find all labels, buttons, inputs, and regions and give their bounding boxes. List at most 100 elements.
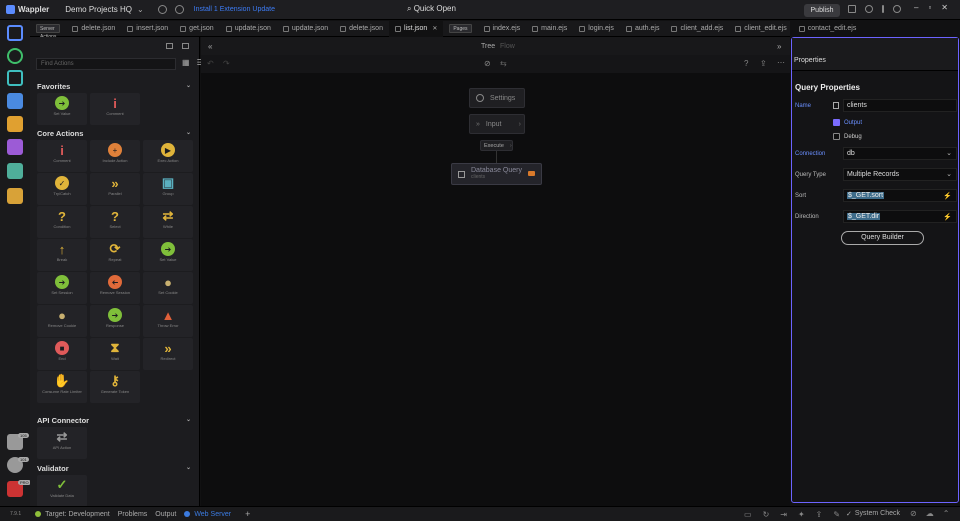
action-item-generate-token[interactable]: ⚷ Generate Token [90,371,140,403]
layout-icon[interactable] [848,5,856,13]
tab-delete-json[interactable]: delete.json [334,21,389,37]
action-item-response[interactable]: ➔ Response [90,305,140,337]
fire-icon[interactable] [865,5,873,13]
tab-list-json[interactable]: list.json ✕ [388,20,444,37]
tab-client-add-ejs[interactable]: client_add.ejs [665,21,729,37]
tab-auth-ejs[interactable]: auth.ejs [620,21,666,37]
chevron-icon[interactable]: › [519,121,521,128]
puzzle-icon[interactable]: ✦ [798,510,805,519]
tab-index-ejs[interactable]: index.ejs [478,21,527,37]
action-item-validate-data[interactable]: ✓ Validate Data [37,475,87,507]
debug-check-icon[interactable] [833,133,840,140]
action-item-throw-error[interactable]: ▲ Throw Error [143,305,193,337]
web-server-tab[interactable]: Web Server [184,511,231,518]
action-item-api-action[interactable]: ⇄ API Action [37,427,87,459]
layout-icon[interactable]: ▭ [744,510,752,519]
action-item-end[interactable]: ■ End [37,338,87,370]
tab-insert-json[interactable]: insert.json [121,21,174,37]
redo-icon[interactable]: ↷ [223,59,230,68]
execute-node[interactable]: Execute › [480,140,513,151]
collapse-right-icon[interactable]: » [777,42,781,51]
refresh-icon[interactable]: ↻ [763,510,770,519]
direction-field[interactable]: $_GET.dir ⚡ [843,210,957,223]
output-check-icon[interactable] [833,119,840,126]
tab-main-ejs[interactable]: main.ejs [526,21,573,37]
chevron-up-icon[interactable]: ⌃ [943,509,950,518]
routing-icon[interactable] [7,116,23,132]
validator-section-title[interactable]: Validator ⌄ [37,464,195,473]
output-checkbox[interactable]: Output [833,119,862,126]
help-icon[interactable] [893,5,901,13]
core-actions-section-title[interactable]: Core Actions ⌄ [37,129,195,138]
action-item-comment[interactable]: i Comment [37,140,87,172]
database-icon[interactable] [7,93,23,109]
action-item-consume-rate-limiter[interactable]: ✋ Consume Rate Limiter [37,371,87,403]
tab-client-edit-ejs[interactable]: client_edit.ejs [729,21,792,37]
brush-icon[interactable]: ✎ [833,510,840,519]
flow-tab[interactable]: Flow [500,43,515,50]
action-item-exec-action[interactable]: ▶ Exec Action [143,140,193,172]
action-item-redirect[interactable]: » Redirect [143,338,193,370]
system-check-button[interactable]: ✓ System Check [846,510,900,518]
tree-tab[interactable]: Tree [481,43,495,50]
output-tab[interactable]: Output [155,511,176,518]
chevron-down-icon[interactable]: ⌄ [186,129,191,136]
cloud-icon[interactable]: ☁ [926,509,934,518]
quick-open-button[interactable]: ⌕ Quick Open [407,4,456,14]
help-icon[interactable]: ? [744,59,748,68]
action-item-wait[interactable]: ⧗ Wait [90,338,140,370]
dynamic-data-icon[interactable]: ⚡ [943,212,952,223]
input-node[interactable]: » Input › [469,114,525,134]
import-icon[interactable]: ⇥ [780,510,787,519]
action-item-remove-session[interactable]: ➔ Remove Session [90,272,140,304]
git-icon[interactable] [7,70,23,86]
share-icon[interactable]: ⇪ [816,510,823,519]
project-selector[interactable]: Demo Projects HQ [65,5,132,14]
more-icon[interactable] [882,5,884,13]
close-window-icon[interactable]: ✕ [941,3,948,12]
problems-tab[interactable]: Problems [118,511,148,518]
target-selector[interactable]: Target: Development [35,511,110,518]
more-icon[interactable]: ⋯ [777,58,785,67]
debug-checkbox[interactable]: Debug [833,133,862,140]
chevron-down-icon[interactable]: ⌄ [137,5,144,14]
disable-icon[interactable]: ⊘ [910,509,917,518]
gear-icon[interactable] [157,5,167,14]
action-item-parallel[interactable]: » Parallel [90,173,140,205]
minimize-icon[interactable]: – [914,3,918,12]
query-type-select[interactable]: Multiple Records ⌄ [843,168,957,181]
tab-update-json[interactable]: update.json [277,21,334,37]
files-icon[interactable] [7,25,23,41]
action-item-set-session[interactable]: ➔ Set Session [37,272,87,304]
query-builder-button[interactable]: Query Builder [841,231,924,245]
publish-button[interactable]: Publish [804,4,840,17]
robot-icon[interactable] [182,43,189,49]
connection-select[interactable]: db ⌄ [843,147,957,160]
action-item-repeat[interactable]: ⟳ Repeat [90,239,140,271]
name-field[interactable]: clients [843,99,957,112]
resources-icon[interactable] [7,139,23,155]
tab-update-json[interactable]: update.json [220,21,277,37]
chevron-down-icon[interactable]: ⌄ [186,82,191,89]
tab-get-json[interactable]: get.json [174,21,220,37]
action-item-condition[interactable]: ? Condition [37,206,87,238]
settings-node[interactable]: Settings [469,88,525,108]
tab-login-ejs[interactable]: login.ejs [573,21,620,37]
share-icon[interactable]: ⇪ [760,59,767,68]
action-item-include-action[interactable]: + Include Action [90,140,140,172]
action-item-set-value[interactable]: ➔ Set Value [37,93,87,125]
disable-icon[interactable]: ⊘ [484,59,491,68]
action-item-set-cookie[interactable]: ● Set Cookie [143,272,193,304]
action-item-try-catch[interactable]: ✓ Try/Catch [37,173,87,205]
layers-icon[interactable] [7,163,23,179]
workflow-icon[interactable] [7,48,23,64]
chevron-down-icon[interactable]: ⌄ [186,464,191,471]
action-item-group[interactable]: ▣ Group [143,173,193,205]
action-item-break[interactable]: ↑ Break [37,239,87,271]
tab-delete-json[interactable]: delete.json [66,21,121,37]
maximize-icon[interactable]: ▫ [928,3,931,12]
collapse-left-icon[interactable]: « [208,42,212,51]
refresh-icon[interactable] [174,5,184,14]
undo-icon[interactable]: ↶ [207,59,214,68]
action-item-set-value[interactable]: ➔ Set Value [143,239,193,271]
